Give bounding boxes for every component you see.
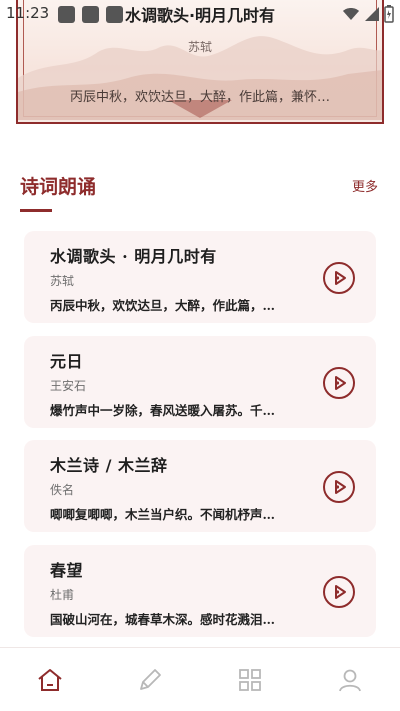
grid-icon[interactable] bbox=[236, 666, 264, 694]
poem-title: 元日 bbox=[50, 352, 84, 371]
poem-card[interactable]: 木兰诗 / 木兰辞 佚名 唧唧复唧唧，木兰当户织。不闻机杼声… bbox=[24, 440, 376, 532]
play-icon[interactable] bbox=[322, 261, 356, 295]
notification-icon bbox=[82, 6, 99, 23]
status-icons bbox=[342, 5, 394, 23]
poem-excerpt: 国破山河在，城春草木深。感时花溅泪… bbox=[50, 612, 276, 627]
bottom-navigation bbox=[0, 647, 400, 711]
poem-title: 水调歌头 · 明月几时有 bbox=[50, 247, 217, 266]
poem-excerpt: 丙辰中秋，欢饮达旦，大醉，作此篇，… bbox=[50, 298, 276, 313]
poem-card[interactable]: 水调歌头 · 明月几时有 苏轼 丙辰中秋，欢饮达旦，大醉，作此篇，… bbox=[24, 231, 376, 323]
poem-card[interactable]: 元日 王安石 爆竹声中一岁除，春风送暖入屠苏。千… bbox=[24, 336, 376, 428]
user-icon[interactable] bbox=[336, 666, 364, 694]
section-title: 诗词朗诵 bbox=[20, 176, 97, 198]
battery-icon bbox=[384, 5, 394, 23]
poem-card[interactable]: 春望 杜甫 国破山河在，城春草木深。感时花溅泪… bbox=[24, 545, 376, 637]
banner-excerpt: 丙辰中秋，欢饮达旦，大醉，作此篇，兼怀… bbox=[69, 90, 330, 105]
poem-title: 木兰诗 / 木兰辞 bbox=[50, 456, 168, 475]
wifi-icon bbox=[343, 8, 359, 20]
play-icon[interactable] bbox=[322, 470, 356, 504]
poem-excerpt: 唧唧复唧唧，木兰当户织。不闻机杼声… bbox=[50, 507, 276, 522]
more-link[interactable]: 更多 bbox=[352, 176, 378, 195]
banner-author: 苏轼 bbox=[187, 40, 212, 54]
play-icon[interactable] bbox=[322, 366, 356, 400]
home-icon[interactable] bbox=[36, 666, 64, 694]
poem-author: 杜甫 bbox=[50, 588, 75, 602]
play-icon[interactable] bbox=[322, 575, 356, 609]
poem-title: 春望 bbox=[50, 561, 84, 580]
signal-icon bbox=[365, 7, 379, 21]
notification-icon bbox=[106, 6, 123, 23]
status-time: 11:23 bbox=[6, 4, 50, 22]
section-underline bbox=[20, 209, 52, 212]
poem-author: 王安石 bbox=[50, 379, 87, 393]
pencil-icon[interactable] bbox=[136, 666, 164, 694]
notification-icon bbox=[58, 6, 75, 23]
poem-author: 佚名 bbox=[50, 483, 75, 497]
poem-author: 苏轼 bbox=[50, 274, 75, 288]
poem-excerpt: 爆竹声中一岁除，春风送暖入屠苏。千… bbox=[50, 403, 276, 418]
status-bar: 11:23 bbox=[0, 0, 400, 28]
